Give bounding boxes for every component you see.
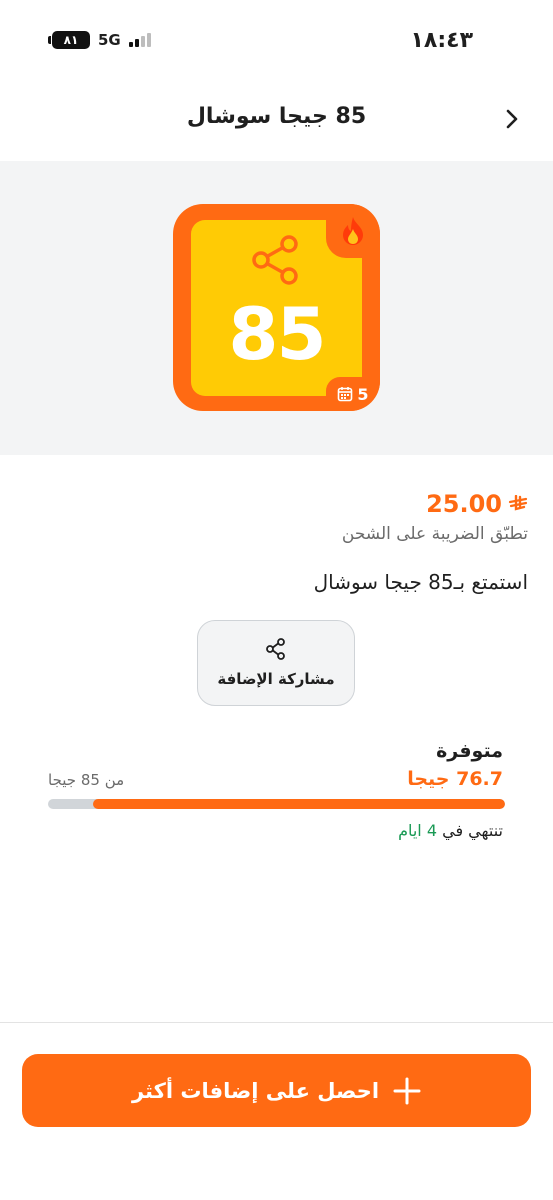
bundle-hero: 85 5	[0, 161, 553, 455]
share-addon-label: مشاركة الإضافة	[217, 670, 335, 688]
calendar-icon	[338, 387, 353, 402]
price-value: 25.00	[426, 490, 502, 518]
share-icon	[251, 234, 301, 290]
get-more-addons-label: احصل على إضافات أكثر	[131, 1078, 380, 1103]
app-header: 85 جيجا سوشال	[0, 90, 553, 150]
expiry-days: 4 ايام	[398, 821, 438, 840]
price: 25.00	[426, 490, 528, 518]
network-type: 5G	[98, 31, 121, 49]
bundle-size: 85	[228, 292, 326, 376]
share-icon	[266, 638, 285, 660]
get-more-addons-button[interactable]: احصل على إضافات أكثر	[22, 1054, 531, 1127]
tax-note: تطبّق الضريبة على الشحن	[341, 524, 528, 544]
expiry-prefix: تنتهي في	[442, 821, 503, 840]
bundle-tile: 85 5	[173, 204, 380, 411]
flame-icon	[343, 217, 363, 245]
usage-progress-bar	[48, 799, 505, 809]
bundle-description: استمتع بـ85 جيجا سوشال	[313, 570, 528, 594]
remaining-data: 76.7 جيجا	[407, 768, 503, 790]
back-button[interactable]	[499, 106, 525, 132]
share-addon-button[interactable]: مشاركة الإضافة	[197, 620, 355, 706]
clock: ١٨:٤٣	[410, 28, 473, 53]
expiry-note: تنتهي في 4 ايام	[398, 821, 503, 840]
page-title: 85 جيجا سوشال	[186, 104, 367, 129]
usage-progress-fill	[92, 799, 505, 809]
validity-badge: 5	[326, 377, 380, 411]
signal-icon	[128, 33, 151, 47]
total-data: من 85 جيجا	[48, 771, 125, 789]
chevron-right-icon	[506, 109, 518, 129]
status-bar: ٨١ 5G ١٨:٤٣	[0, 0, 553, 80]
available-label: متوفرة	[436, 740, 503, 762]
divider	[0, 1022, 553, 1023]
plus-icon	[393, 1077, 421, 1104]
flame-badge	[326, 204, 380, 258]
battery-icon: ٨١	[48, 31, 90, 49]
battery-level: ٨١	[63, 33, 79, 47]
riyal-symbol-icon	[508, 495, 528, 511]
status-indicators: ٨١ 5G	[48, 31, 151, 49]
validity-days: 5	[357, 384, 369, 404]
